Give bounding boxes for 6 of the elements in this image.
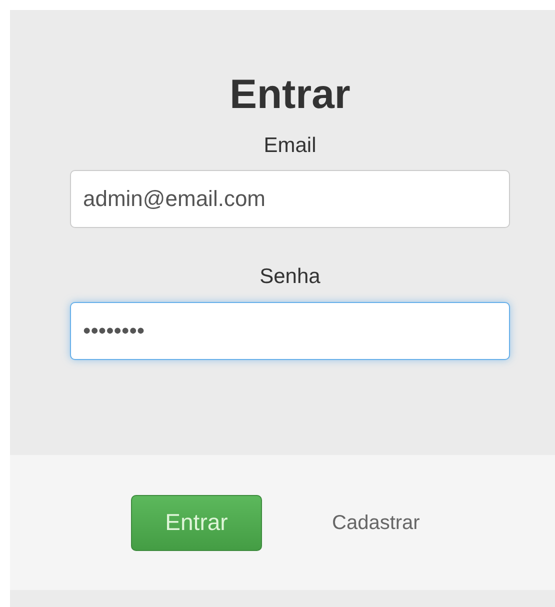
form-title: Entrar bbox=[230, 70, 350, 119]
input-field[interactable]: admin@email.com bbox=[70, 170, 510, 228]
register-link[interactable]: Cadastrar bbox=[332, 508, 420, 538]
field-label: Email bbox=[264, 133, 316, 158]
field-label: Senha bbox=[260, 264, 320, 290]
input-field[interactable]: •••••••• bbox=[70, 302, 510, 360]
